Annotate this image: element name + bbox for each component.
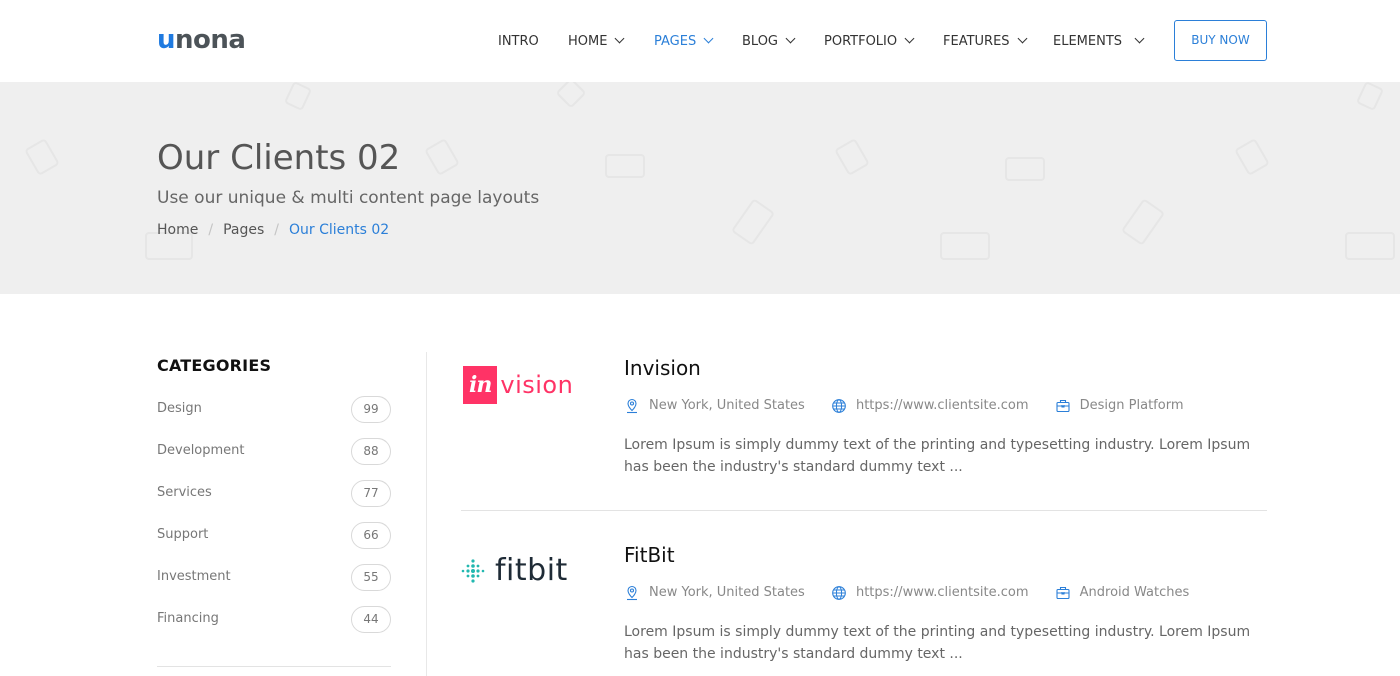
background-pattern [555,82,587,109]
background-pattern [424,138,460,176]
sidebar-title: CATEGORIES [157,356,272,375]
invision-logo-text: vision [500,371,574,399]
background-pattern [834,138,870,176]
category-item[interactable]: Investment 55 [157,564,391,609]
background-pattern [283,82,313,112]
client-name[interactable]: FitBit [624,542,675,568]
nav-item-features[interactable]: FEATURES [943,33,1027,51]
client-category: Android Watches [1055,584,1189,602]
nav-item-portfolio[interactable]: PORTFOLIO [824,33,915,51]
globe-icon [832,399,846,413]
background-pattern [24,138,60,176]
client-website[interactable]: https://www.clientsite.com [831,584,1029,602]
client-logo-invision[interactable]: in vision [463,366,573,404]
chevron-down-icon [615,33,625,44]
column-divider [426,352,427,676]
client-logo-fitbit[interactable]: fitbit [461,554,568,588]
breadcrumb-current: Our Clients 02 [288,222,390,238]
chevron-down-icon [785,33,796,44]
client-meta: New York, United States https://www.clie… [624,397,1205,420]
nav-item-intro[interactable]: INTRO [498,33,539,51]
breadcrumb-separator: / [208,222,214,238]
breadcrumb-separator: / [274,222,279,238]
nav-item-pages[interactable]: PAGES [654,33,714,51]
briefcase-icon [1056,399,1070,413]
briefcase-icon [1056,586,1070,600]
category-item[interactable]: Development 88 [157,438,391,483]
category-count-badge: 66 [351,522,391,549]
category-label[interactable]: Services [157,483,212,503]
background-pattern [730,198,776,246]
fitbit-dots-icon [461,559,485,583]
background-pattern [940,232,990,260]
globe-icon [832,586,846,600]
map-pin-icon [627,398,637,414]
breadcrumb-pages[interactable]: Pages [223,222,264,238]
nav-item-home[interactable]: HOME [568,33,625,51]
category-count-badge: 55 [351,564,391,591]
category-count-badge: 99 [351,396,391,423]
category-item[interactable]: Support 66 [157,522,391,567]
background-pattern [605,154,645,178]
site-header: unona INTRO HOME PAGES BLOG PORTFOLIO FE… [0,0,1400,82]
background-pattern [1005,157,1045,181]
breadcrumb-home[interactable]: Home [157,222,198,238]
page-hero: Our Clients 02 Use our unique & multi co… [0,82,1400,294]
sidebar-divider [157,666,391,667]
client-item: in vision Invision New York, United State… [461,355,1267,495]
category-count-badge: 77 [351,480,391,507]
category-label[interactable]: Financing [157,609,219,629]
background-pattern [1234,138,1270,176]
client-meta: New York, United States https://www.clie… [624,584,1211,607]
page-title: Our Clients 02 [157,138,401,178]
categories-sidebar: CATEGORIES Design 99 Development 88 Servic… [157,356,391,667]
category-item[interactable]: Financing 44 [157,606,391,651]
map-pin-icon [627,585,637,601]
category-label[interactable]: Development [157,441,245,461]
nav-item-blog[interactable]: BLOG [742,33,796,51]
category-count-badge: 88 [351,438,391,465]
category-count-badge: 44 [351,606,391,633]
invision-logo-mark: in [463,366,498,404]
client-item: fitbit FitBit New York, United States ht… [461,542,1267,676]
page-subtitle: Use our unique & multi content page layo… [157,188,540,208]
buy-now-button[interactable]: BUY NOW [1174,20,1267,61]
nav-item-elements[interactable]: ELEMENTS [1053,33,1145,51]
chevron-down-icon [703,33,714,44]
chevron-down-icon [1134,33,1145,44]
category-item[interactable]: Design 99 [157,396,391,441]
category-list: Design 99 Development 88 Services 77 Suppor… [157,396,391,651]
client-location: New York, United States [624,397,805,415]
client-category: Design Platform [1055,397,1183,415]
chevron-down-icon [904,33,915,44]
category-label[interactable]: Support [157,525,208,545]
client-divider [461,510,1267,511]
client-location: New York, United States [624,584,805,602]
category-label[interactable]: Design [157,399,202,419]
client-name[interactable]: Invision [624,355,701,381]
category-label[interactable]: Investment [157,567,231,587]
client-description: Lorem Ipsum is simply dummy text of the … [624,624,1251,662]
client-description: Lorem Ipsum is simply dummy text of the … [624,437,1251,475]
background-pattern [1345,232,1395,260]
background-pattern [1120,198,1166,246]
chevron-down-icon [1017,33,1027,44]
background-pattern [1355,82,1385,112]
breadcrumb: Home / Pages / Our Clients 02 [157,221,389,239]
client-website[interactable]: https://www.clientsite.com [831,397,1029,415]
category-item[interactable]: Services 77 [157,480,391,525]
fitbit-logo-text: fitbit [495,553,568,588]
